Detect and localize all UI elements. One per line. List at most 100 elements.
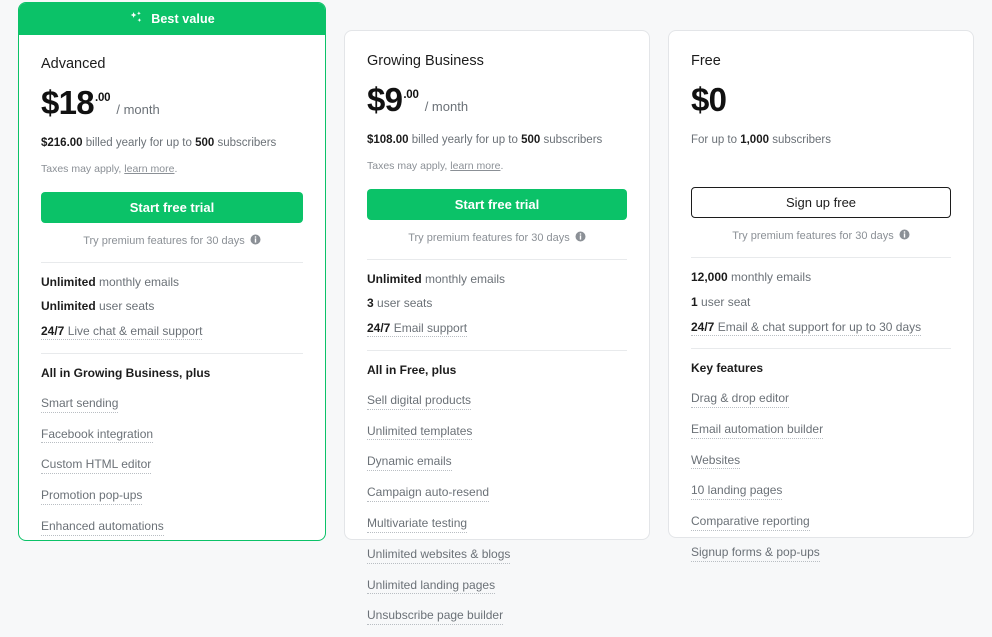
feature-row: Signup forms & pop-ups [691, 543, 951, 574]
price-cents: .00 [94, 92, 111, 105]
feature-row: Unsubscribe page builder [367, 606, 627, 637]
core-feature-strong: Unlimited [41, 299, 96, 314]
best-value-badge: Best value [19, 3, 325, 35]
feature-list-heading: All in Free, plus [367, 362, 457, 377]
feature-item[interactable]: Drag & drop editor [691, 391, 790, 408]
taxes-tail: . [500, 159, 504, 172]
plan-name: Growing Business [367, 53, 484, 69]
feature-item[interactable]: Multivariate testing [367, 516, 468, 533]
price-amount: $9 [367, 81, 403, 119]
feature-row: Enhanced automations [41, 517, 303, 540]
feature-row: Unlimited websites & blogs [367, 545, 627, 576]
feature-item[interactable]: Facebook integration [41, 427, 154, 444]
core-feature-underlined[interactable]: 24/7 Live chat & email support [41, 324, 203, 341]
feature-item[interactable]: 10 landing pages [691, 484, 783, 501]
extra-features-list: All in Growing Business, plus Smart send… [41, 354, 303, 540]
core-feature-strong: Unlimited [41, 274, 96, 289]
sign-up-free-button[interactable]: Sign up free [691, 186, 951, 218]
feature-item[interactable]: Enhanced automations [41, 519, 164, 536]
core-feature-strong: 24/7 [367, 321, 391, 336]
feature-item[interactable]: Dynamic emails [367, 455, 452, 472]
feature-item[interactable]: Unsubscribe page builder [367, 609, 504, 626]
core-feature-strong: 24/7 [41, 324, 65, 339]
feature-row: Promotion pop-ups [41, 486, 303, 517]
feature-row: Drag & drop editor [691, 389, 951, 420]
plan-card-free[interactable]: Free $0 For up to 1,000 subscribers Sign… [668, 30, 974, 562]
plan-card-advanced[interactable]: Best value Advanced $18 .00 / month $216… [18, 2, 326, 541]
core-feature-rest: Live chat & email support [64, 324, 203, 339]
billing-line: For up to 1,000 subscribers [691, 133, 951, 149]
feature-item[interactable]: Unlimited templates [367, 424, 473, 441]
feature-row: Facebook integration [41, 425, 303, 456]
start-free-trial-button[interactable]: Start free trial [41, 191, 303, 223]
plan-price: $9 .00 / month [367, 83, 627, 117]
feature-item[interactable]: Smart sending [41, 396, 119, 413]
billing-total: $216.00 [41, 137, 83, 150]
core-feature-underlined[interactable]: 24/7 Email & chat support for up to 30 d… [691, 319, 922, 336]
plan-card-body: Free $0 For up to 1,000 subscribers Sign… [669, 31, 973, 574]
price-period: / month [116, 102, 160, 118]
feature-item[interactable]: Sell digital products [367, 393, 472, 410]
extra-features-list: Key features Drag & drop editor Email au… [691, 349, 951, 574]
billing-suffix-text: subscribers [214, 137, 277, 150]
feature-row: Comparative reporting [691, 512, 951, 543]
core-feature-row: Unlimited user seats [41, 299, 303, 314]
trial-note: Try premium features for 30 days [367, 231, 627, 245]
layout-spacer [691, 160, 951, 187]
taxes-tail: . [174, 162, 178, 175]
core-feature-rest: Email support [390, 321, 468, 336]
billing-total: $108.00 [367, 134, 409, 147]
best-value-label: Best value [151, 12, 215, 26]
plan-name: Free [691, 53, 721, 69]
plan-card-body: Advanced $18 .00 / month $216.00 billed … [19, 35, 325, 540]
price-period: / month [424, 99, 469, 115]
plan-card-growing-business[interactable]: Growing Business $9 .00 / month $108.00 … [344, 30, 650, 626]
billing-line: $108.00 billed yearly for up to 500 subs… [367, 133, 627, 149]
taxes-note: Taxes may apply, learn more. [41, 163, 303, 177]
core-feature-underlined[interactable]: 24/7 Email support [367, 321, 468, 338]
feature-item[interactable]: Websites [691, 453, 741, 470]
info-icon[interactable] [899, 229, 910, 243]
sparkles-icon [129, 10, 144, 28]
feature-item[interactable]: Unlimited landing pages [367, 578, 496, 595]
feature-item[interactable]: Comparative reporting [691, 514, 810, 532]
feature-item[interactable]: Promotion pop-ups [41, 488, 143, 505]
feature-row: Custom HTML editor [41, 455, 303, 486]
taxes-text: Taxes may apply, [41, 162, 125, 175]
core-feature-strong: 12,000 [691, 269, 728, 284]
price-amount: $18 [41, 84, 95, 122]
feature-list-heading: Key features [691, 361, 764, 376]
core-feature-rest: user seats [95, 299, 155, 314]
feature-row: Dynamic emails [367, 452, 627, 483]
billing-quantity: 500 [195, 137, 215, 150]
start-free-trial-button[interactable]: Start free trial [367, 188, 627, 220]
extra-features-list: All in Free, plus Sell digital products … [367, 351, 627, 637]
plan-name: Advanced [41, 56, 106, 72]
core-feature-strong: 3 [367, 296, 374, 311]
core-feature-row[interactable]: 24/7 Email support [367, 321, 627, 338]
feature-row: Campaign auto-resend [367, 483, 627, 514]
feature-item[interactable]: Campaign auto-resend [367, 485, 490, 502]
feature-item[interactable]: Signup forms & pop-ups [691, 545, 820, 562]
info-icon[interactable] [250, 234, 261, 248]
trial-note-label: Try premium features for 30 days [83, 234, 245, 247]
core-feature-rest: Email & chat support for up to 30 days [714, 319, 922, 334]
trial-note-label: Try premium features for 30 days [732, 229, 894, 242]
feature-item[interactable]: Custom HTML editor [41, 458, 152, 475]
plan-card-body: Growing Business $9 .00 / month $108.00 … [345, 31, 649, 637]
learn-more-link[interactable]: learn more [450, 160, 500, 172]
learn-more-link[interactable]: learn more [124, 163, 174, 175]
feature-item[interactable]: Email automation builder [691, 422, 824, 439]
feature-list-heading: All in Growing Business, plus [41, 365, 211, 380]
info-icon[interactable] [575, 231, 586, 245]
core-feature-rest: user seat [697, 294, 751, 309]
plan-price: $18 .00 / month [41, 86, 303, 120]
core-features-list: Unlimited monthly emails Unlimited user … [41, 263, 303, 341]
core-feature-row[interactable]: 24/7 Live chat & email support [41, 324, 303, 341]
billing-quantity: 1,000 [740, 134, 769, 147]
trial-note: Try premium features for 30 days [41, 234, 303, 248]
billing-suffix-text: subscribers [769, 134, 831, 147]
feature-item[interactable]: Unlimited websites & blogs [367, 547, 511, 564]
taxes-text: Taxes may apply, [367, 159, 451, 172]
core-feature-row[interactable]: 24/7 Email & chat support for up to 30 d… [691, 319, 951, 336]
